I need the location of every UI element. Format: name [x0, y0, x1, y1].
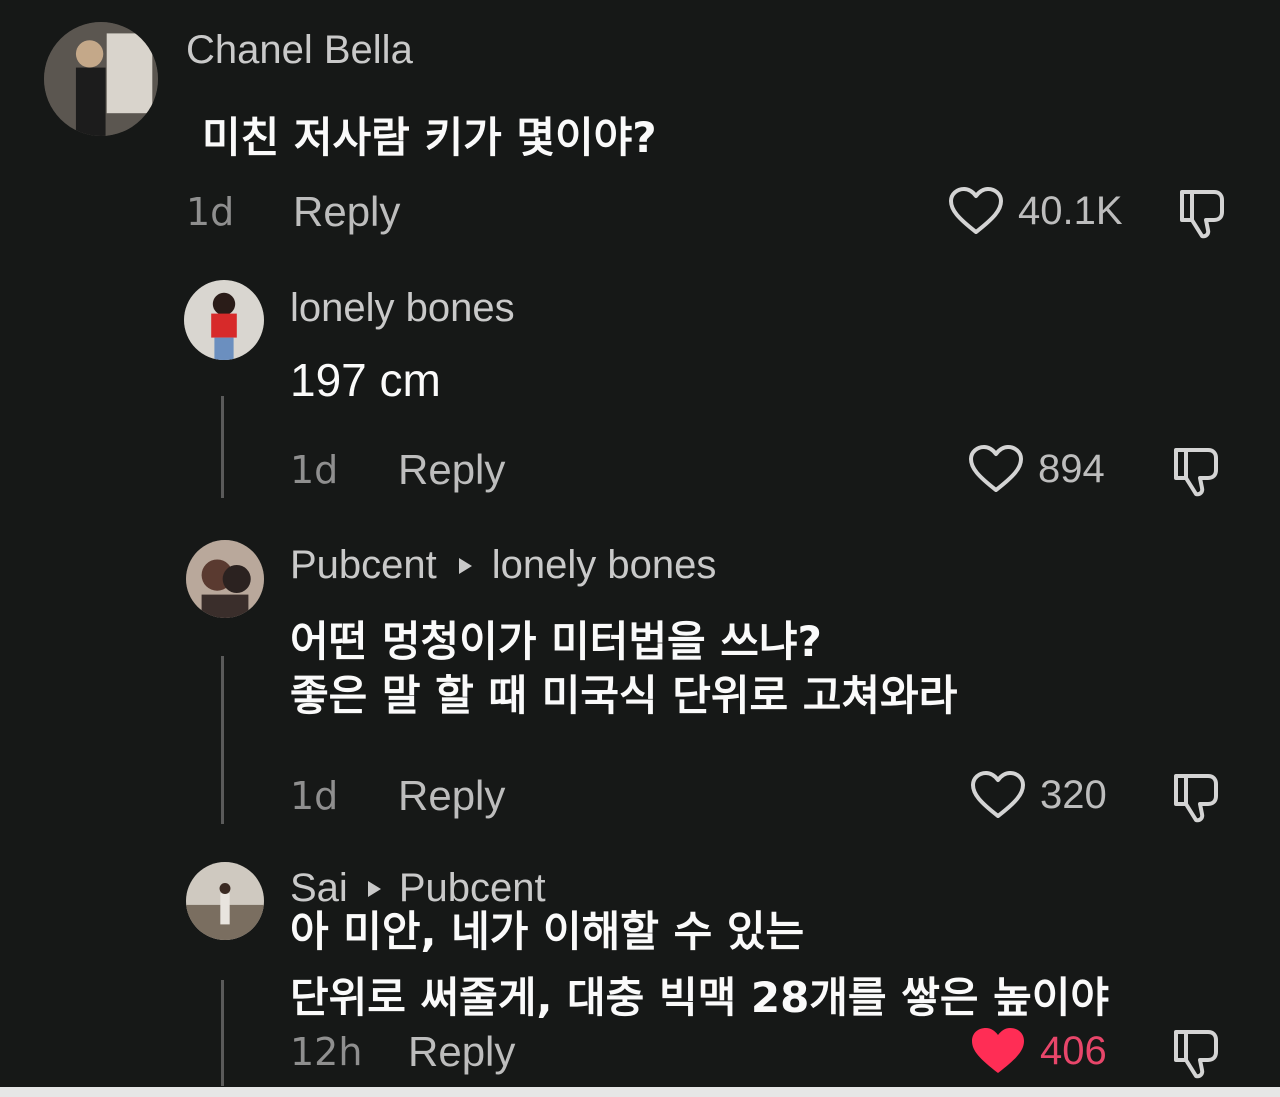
reply-arrow-icon	[367, 880, 381, 897]
like-count: 406	[1040, 1028, 1107, 1073]
thread-line	[221, 980, 224, 1086]
avatar[interactable]	[186, 540, 264, 618]
like-count: 40.1K	[1018, 188, 1123, 233]
dislike-icon[interactable]	[1168, 442, 1224, 498]
comment-text-line: 어떤 멍청이가 미터법을 쓰냐?	[290, 617, 822, 666]
comment-text: 아 미안, 네가 이해할 수 있는 단위로 써줄게, 대충 빅맥 28개를 쌓은…	[290, 906, 1109, 1024]
bottom-edge-bar	[0, 1087, 1280, 1097]
reply-to-username[interactable]: Pubcent	[399, 866, 546, 911]
like-count: 320	[1040, 772, 1107, 817]
like-button[interactable]: 40.1K	[948, 186, 1123, 236]
comment-username[interactable]: lonely bones	[290, 286, 515, 331]
comment-age: 1d	[290, 448, 339, 492]
reply-button[interactable]: Reply	[293, 188, 400, 236]
heart-icon	[949, 187, 1003, 234]
thread-line	[221, 396, 224, 498]
comment-text-line: 단위로 써줄게, 대충 빅맥 28개를 쌓은 높이야	[290, 973, 1110, 1022]
comment-text: 197 cm	[290, 354, 441, 406]
comment-text-line: 아 미안, 네가 이해할 수 있는	[290, 907, 805, 956]
reply-to-username[interactable]: lonely bones	[492, 543, 717, 588]
like-button[interactable]: 894	[968, 444, 1105, 494]
avatar[interactable]	[184, 280, 264, 360]
like-count: 894	[1038, 446, 1105, 491]
like-button[interactable]: 406	[970, 1026, 1107, 1076]
comment-username[interactable]: Chanel Bella	[186, 28, 413, 73]
comment-text: 미친 저사람 키가 몇이야?	[202, 113, 657, 162]
avatar[interactable]	[44, 22, 158, 136]
reply-button[interactable]: Reply	[408, 1028, 515, 1076]
heart-icon	[969, 445, 1023, 492]
comment-username[interactable]: Pubcent lonely bones	[290, 543, 716, 588]
comment-age: 1d	[186, 190, 235, 234]
like-button[interactable]: 320	[970, 770, 1107, 820]
reply-button[interactable]: Reply	[398, 772, 505, 820]
avatar[interactable]	[186, 862, 264, 940]
heart-icon	[971, 771, 1025, 818]
comment-username[interactable]: Sai Pubcent	[290, 866, 546, 911]
comment-age: 1d	[290, 774, 339, 818]
dislike-icon[interactable]	[1168, 768, 1224, 824]
reply-arrow-icon	[458, 557, 472, 574]
dislike-icon[interactable]	[1168, 1024, 1224, 1080]
comment-text: 어떤 멍청이가 미터법을 쓰냐? 좋은 말 할 때 미국식 단위로 고쳐와라	[290, 616, 957, 722]
comment-text-line: 좋은 말 할 때 미국식 단위로 고쳐와라	[290, 671, 958, 720]
reply-button[interactable]: Reply	[398, 446, 505, 494]
thread-line	[221, 656, 224, 824]
dislike-icon[interactable]	[1174, 184, 1230, 240]
comment-age: 12h	[290, 1030, 363, 1074]
heart-filled-icon	[972, 1028, 1024, 1073]
